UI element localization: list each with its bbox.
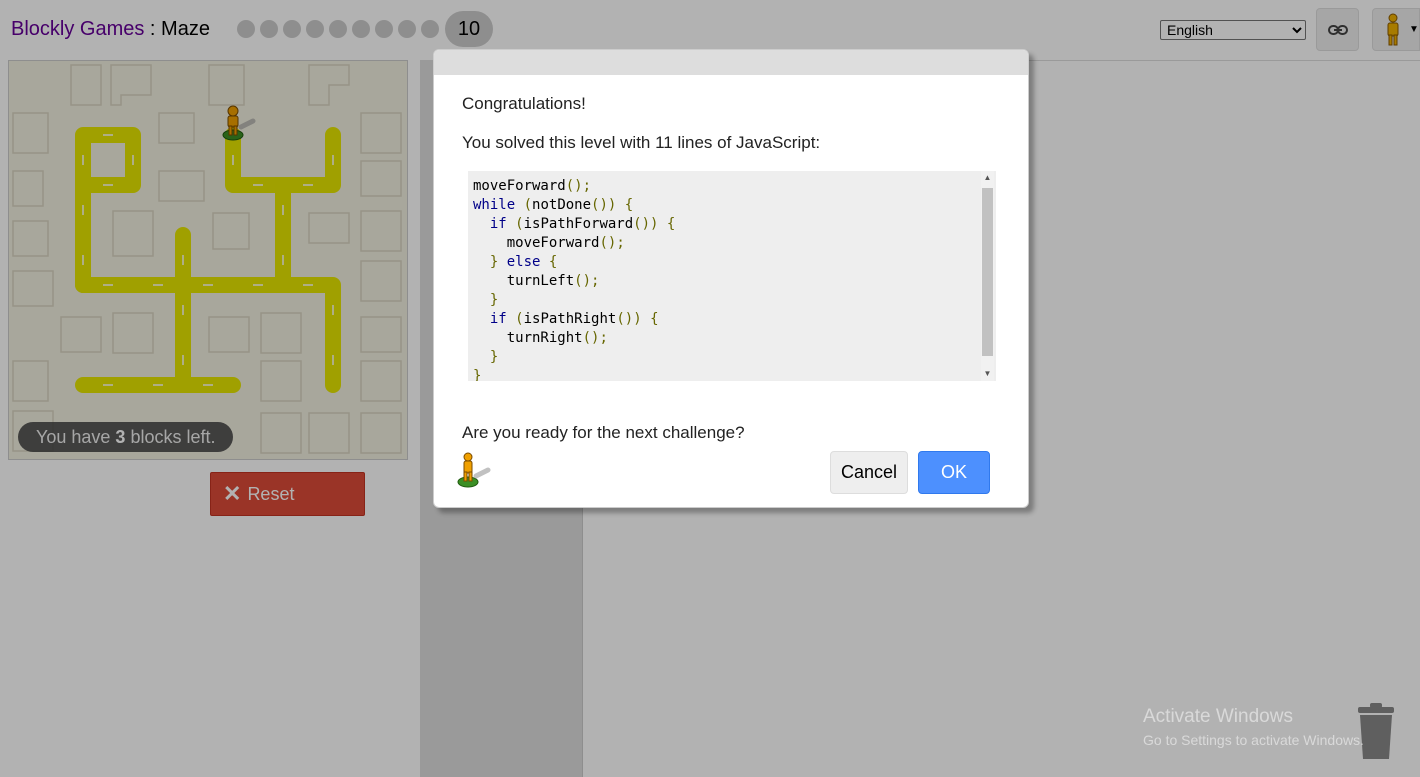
pegman-icon <box>457 452 491 488</box>
code-box[interactable]: moveForward(); while (notDone()) { if (i… <box>468 171 996 381</box>
scroll-down-icon[interactable]: ▼ <box>981 367 994 381</box>
cancel-button[interactable]: Cancel <box>830 451 908 494</box>
code-scrollbar[interactable]: ▲ ▼ <box>981 171 994 381</box>
dialog-header[interactable] <box>434 50 1028 75</box>
scroll-thumb[interactable] <box>982 188 993 356</box>
ok-button[interactable]: OK <box>918 451 990 494</box>
next-prompt: Are you ready for the next challenge? <box>462 423 745 442</box>
solved-text: You solved this level with 11 lines of J… <box>462 133 821 152</box>
activate-windows-watermark: Activate Windows Go to Settings to activ… <box>1143 706 1364 748</box>
watermark-line1: Activate Windows <box>1143 706 1293 727</box>
code-listing: moveForward(); while (notDone()) { if (i… <box>473 178 676 381</box>
congrats-text: Congratulations! <box>462 94 586 113</box>
scroll-up-icon[interactable]: ▲ <box>981 171 994 185</box>
watermark-line2: Go to Settings to activate Windows. <box>1143 732 1364 748</box>
congratulations-dialog: Congratulations! You solved this level w… <box>433 49 1029 508</box>
